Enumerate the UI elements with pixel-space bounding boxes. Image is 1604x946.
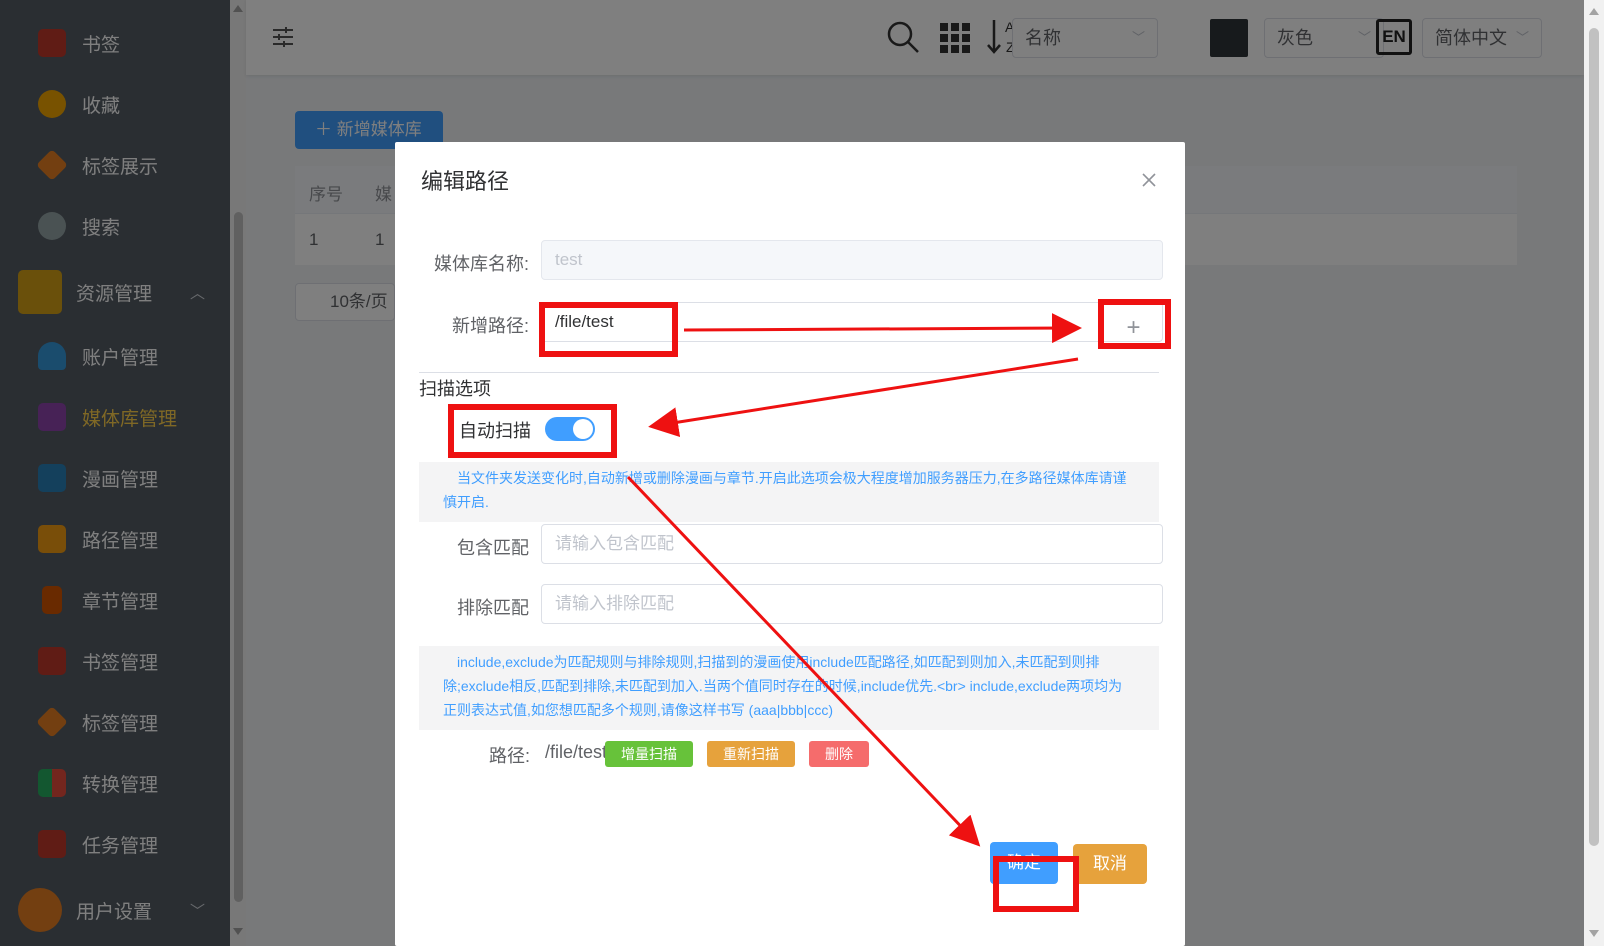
scroll-down-arrow-icon[interactable] [1589,930,1599,937]
new-path-value: /file/test [555,312,614,331]
page-scrollbar[interactable] [1584,0,1604,946]
auto-scan-tip: 当文件夹发送变化时,自动新增或删除漫画与章节.开启此选项会极大程度增加服务器压力… [419,462,1159,522]
scroll-up-arrow-icon[interactable] [1589,8,1599,15]
new-path-label: 新增路径: [451,316,529,336]
new-path-input[interactable]: /file/test [541,302,1163,342]
close-icon[interactable] [1141,172,1157,188]
library-name-label: 媒体库名称: [433,254,529,274]
exclude-match-input[interactable]: 请输入排除匹配 [541,584,1163,624]
dialog-title: 编辑路径 [421,169,510,194]
section-divider [419,372,1159,373]
include-match-label: 包含匹配 [457,538,529,558]
scan-options-title: 扫描选项 [419,379,491,399]
auto-scan-label: 自动扫描 [459,421,531,441]
delete-path-button[interactable]: 删除 [809,741,869,767]
add-path-plus-button[interactable]: + [1103,310,1163,348]
incremental-scan-button[interactable]: 增量扫描 [605,741,693,767]
exclude-match-label: 排除匹配 [457,598,529,618]
cancel-button[interactable]: 取消 [1073,844,1147,884]
path-value: /file/test [545,742,608,762]
library-name-input: test [541,240,1163,280]
toggle-knob [573,419,593,439]
include-match-input[interactable]: 请输入包含匹配 [541,524,1163,564]
edit-path-dialog: 编辑路径 媒体库名称: test 新增路径: /file/test + 扫描选项… [395,142,1185,946]
auto-scan-toggle[interactable] [545,417,595,441]
rescan-button[interactable]: 重新扫描 [707,741,795,767]
confirm-button[interactable]: 确定 [990,842,1058,884]
path-label: 路径: [489,746,531,766]
regex-tip: include,exclude为匹配规则与排除规则,扫描到的漫画使用includ… [419,646,1159,730]
scrollbar-thumb[interactable] [1589,28,1599,846]
